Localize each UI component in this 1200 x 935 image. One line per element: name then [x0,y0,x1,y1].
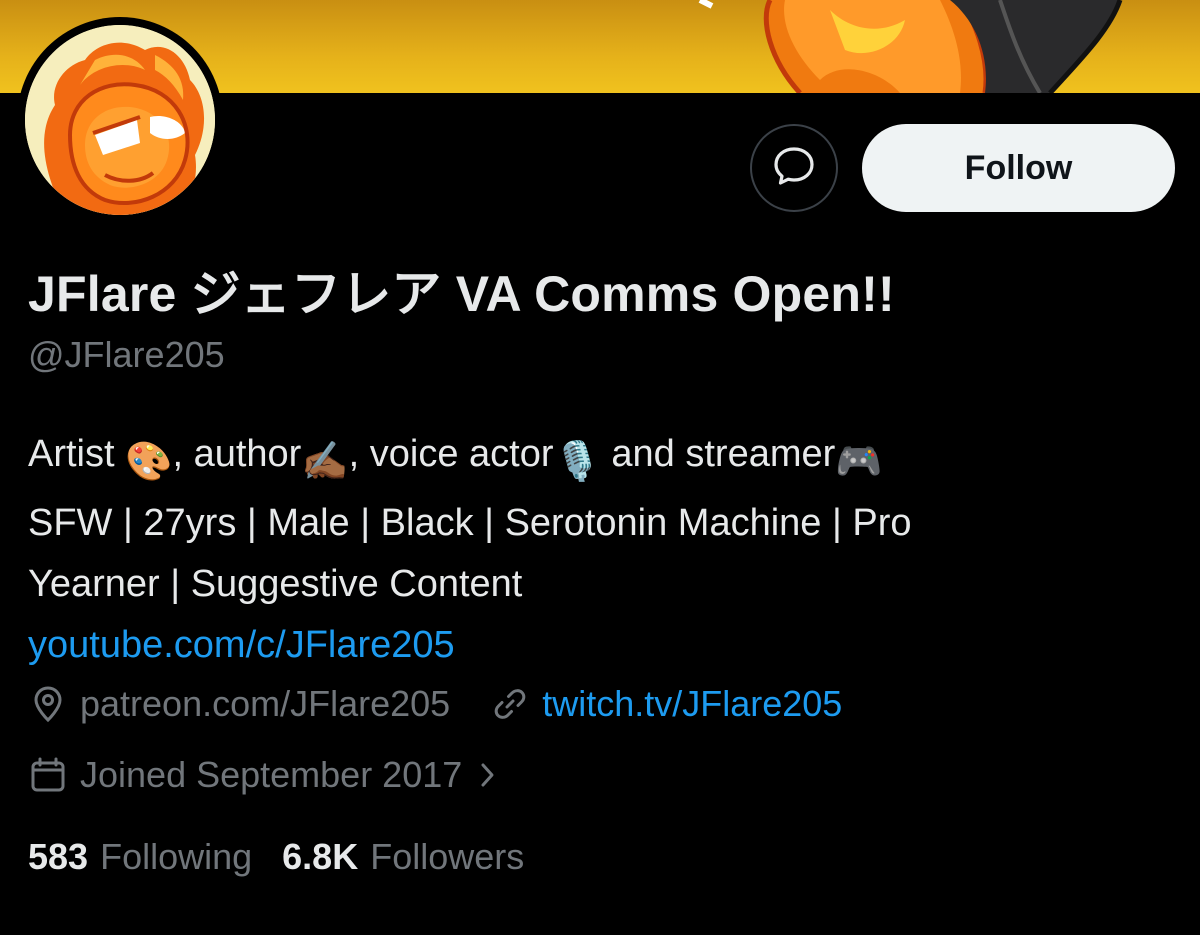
avatar-image [25,25,215,215]
joined-date: Joined September 2017 [80,754,463,795]
bio-youtube-link[interactable]: youtube.com/c/JFlare205 [28,624,455,666]
followers-link[interactable]: 6.8K Followers [282,836,524,878]
profile-handle: @JFlare205 [28,334,225,375]
bio-line: Yearner | Suggestive Content [28,563,523,605]
bio-text: Artist [28,433,126,475]
microphone-emoji-icon: 🎙️ [553,441,601,483]
bio-line: SFW | 27yrs | Male | Black | Serotonin M… [28,502,912,544]
following-label: Following [100,836,253,877]
bio-text: , voice actor [348,433,554,475]
palette-emoji-icon: 🎨 [125,441,173,483]
message-button[interactable] [750,124,838,212]
profile-website-link[interactable]: twitch.tv/JFlare205 [542,683,842,725]
profile-meta-row: patreon.com/JFlare205 twitch.tv/JFlare20… [28,683,842,725]
calendar-icon [28,755,68,795]
bio-text: and streamer [600,433,836,475]
followers-label: Followers [370,836,525,877]
profile-location: patreon.com/JFlare205 [80,683,451,724]
following-link[interactable]: 583 Following [28,836,252,878]
profile-stats: 583 Following 6.8K Followers [28,836,524,878]
joined-row[interactable]: Joined September 2017 [28,754,510,796]
avatar[interactable] [17,17,223,223]
followers-count: 6.8K [282,836,359,877]
writing-hand-emoji-icon: ✍🏾 [301,441,349,483]
bio-text: , author [172,433,302,475]
location-pin-icon [28,684,68,724]
following-count: 583 [28,836,89,877]
display-name: JFlare ジェフレア VA Comms Open!! [28,266,895,322]
follow-button[interactable]: Follow [862,124,1175,212]
game-controller-emoji-icon: 🎮 [835,441,883,483]
bio-line: Artist 🎨, author✍🏾, voice actor🎙️ and st… [28,424,1178,493]
message-bubble-icon [771,143,817,194]
link-icon [490,684,530,724]
profile-bio: Artist 🎨, author✍🏾, voice actor🎙️ and st… [28,424,1178,676]
chevron-right-icon [478,759,498,791]
